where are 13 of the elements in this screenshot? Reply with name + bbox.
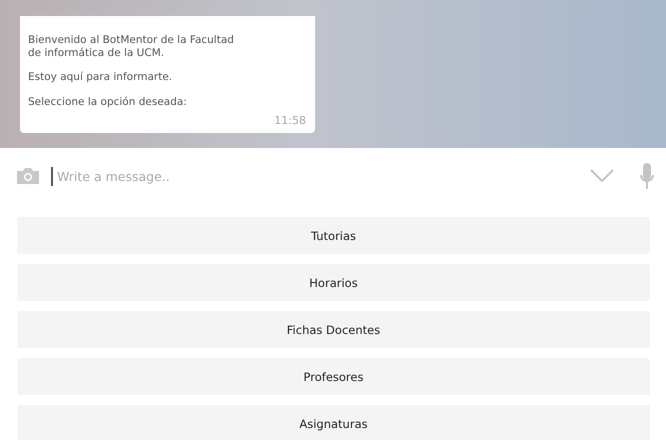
message-input[interactable]: Write a message..: [51, 166, 580, 186]
message-text: Estoy aquí para informarte.: [28, 71, 174, 84]
option-button[interactable]: Tutorias: [17, 217, 650, 254]
option-button[interactable]: Fichas Docentes: [17, 311, 650, 348]
message-text: Bienvenido al BotMentor de la Facultad de informática de la UCM.: [28, 34, 235, 59]
message-text: Seleccione la opción deseada:: [28, 96, 188, 108]
option-button[interactable]: Profesores: [17, 358, 650, 395]
chevron-down-icon[interactable]: [590, 169, 614, 183]
microphone-icon[interactable]: [640, 163, 654, 189]
camera-icon[interactable]: [17, 168, 39, 184]
option-button[interactable]: Horarios: [17, 264, 650, 301]
option-button[interactable]: Asignaturas: [17, 405, 650, 440]
message-time: 11:58: [274, 114, 306, 127]
